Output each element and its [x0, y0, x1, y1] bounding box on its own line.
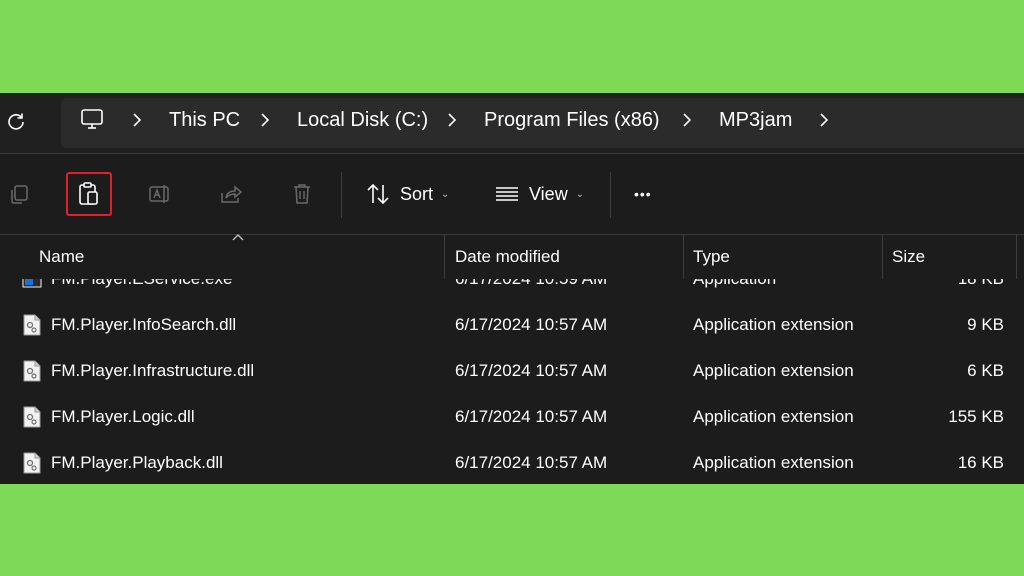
breadcrumb-mp3jam[interactable]: MP3jam	[719, 107, 792, 133]
view-label: View	[529, 183, 568, 204]
share-button[interactable]	[208, 172, 254, 216]
table-row[interactable]: FM.Player.EService.exe 6/17/2024 10:59 A…	[0, 279, 1024, 302]
column-header-row: Name Date modified Type Size	[0, 234, 1024, 279]
dll-file-icon	[23, 406, 41, 428]
toolbar-separator	[341, 172, 342, 218]
column-size[interactable]: Size	[892, 247, 925, 267]
file-date: 6/17/2024 10:57 AM	[455, 407, 608, 426]
breadcrumb-program-files[interactable]: Program Files (x86)	[484, 107, 660, 133]
dll-file-icon	[23, 452, 41, 474]
file-explorer-window: This PC Local Disk (C:) Program Files (x…	[0, 93, 1024, 484]
sort-ascending-icon	[232, 234, 244, 241]
dll-file-icon	[23, 360, 41, 382]
chevron-right-icon[interactable]	[680, 109, 694, 131]
file-type: Application extension	[693, 453, 854, 472]
column-name[interactable]: Name	[39, 247, 84, 267]
view-button[interactable]: View ⌄	[495, 174, 584, 214]
table-row[interactable]: FM.Player.InfoSearch.dll 6/17/2024 10:57…	[0, 302, 1024, 348]
copy-icon	[11, 185, 28, 204]
copy-button[interactable]	[0, 172, 42, 216]
table-row[interactable]: FM.Player.Playback.dll 6/17/2024 10:57 A…	[0, 440, 1024, 484]
chevron-down-icon: ⌄	[441, 188, 450, 200]
chevron-right-icon[interactable]	[130, 109, 144, 131]
column-divider[interactable]	[882, 235, 883, 279]
computer-icon[interactable]	[80, 107, 104, 131]
command-bar: Sort ⌄ View ⌄ •••	[0, 154, 1024, 234]
file-name: FM.Player.Infrastructure.dll	[51, 361, 255, 380]
file-type: Application extension	[693, 407, 854, 426]
toolbar-separator	[610, 172, 611, 218]
breadcrumb-local-disk[interactable]: Local Disk (C:)	[297, 107, 428, 133]
file-rows: FM.Player.EService.exe 6/17/2024 10:59 A…	[0, 279, 1024, 484]
file-name: FM.Player.Logic.dll	[51, 407, 195, 426]
share-icon	[221, 185, 243, 203]
more-icon: •••	[634, 186, 652, 202]
dll-file-icon	[23, 314, 41, 336]
exe-icon	[22, 279, 42, 288]
column-divider[interactable]	[683, 235, 684, 279]
chevron-right-icon[interactable]	[258, 109, 272, 131]
table-row[interactable]: FM.Player.Logic.dll 6/17/2024 10:57 AM A…	[0, 394, 1024, 440]
file-size: 18 KB	[958, 279, 1004, 289]
more-options-button[interactable]: •••	[634, 174, 652, 214]
chevron-right-icon[interactable]	[445, 109, 459, 131]
chevron-right-icon[interactable]	[817, 109, 831, 131]
column-divider[interactable]	[444, 235, 445, 279]
table-row[interactable]: FM.Player.Infrastructure.dll 6/17/2024 1…	[0, 348, 1024, 394]
paste-icon	[79, 182, 98, 205]
column-date-modified[interactable]: Date modified	[455, 247, 560, 267]
file-name: FM.Player.InfoSearch.dll	[51, 315, 237, 334]
chevron-down-icon: ⌄	[575, 188, 585, 200]
rename-button[interactable]	[138, 172, 184, 216]
file-size: 155 KB	[948, 407, 1004, 426]
column-type[interactable]: Type	[693, 247, 730, 267]
breadcrumb-this-pc[interactable]: This PC	[169, 107, 240, 133]
trash-icon	[294, 184, 310, 204]
file-name: FM.Player.Playback.dll	[51, 453, 223, 472]
address-bar-row: This PC Local Disk (C:) Program Files (x…	[0, 93, 1024, 153]
sort-icon	[367, 183, 389, 205]
file-type: Application extension	[693, 361, 854, 380]
rename-icon	[149, 185, 169, 203]
file-list: Name Date modified Type Size FM.Player.E…	[0, 234, 1024, 484]
file-size: 6 KB	[967, 361, 1004, 380]
file-size: 9 KB	[967, 315, 1004, 334]
file-date: 6/17/2024 10:57 AM	[455, 361, 608, 380]
file-date: 6/17/2024 10:57 AM	[455, 453, 608, 472]
sort-label: Sort	[400, 183, 434, 204]
sort-button[interactable]: Sort ⌄	[366, 174, 449, 214]
file-date: 6/17/2024 10:57 AM	[455, 315, 608, 334]
file-type: Application	[693, 279, 776, 289]
file-date: 6/17/2024 10:59 AM	[455, 279, 607, 289]
delete-button[interactable]	[279, 172, 325, 216]
paste-button[interactable]	[66, 172, 112, 216]
column-divider[interactable]	[1016, 235, 1017, 279]
file-name: FM.Player.EService.exe	[51, 279, 232, 289]
file-type: Application extension	[693, 315, 854, 334]
file-size: 16 KB	[957, 453, 1004, 472]
refresh-icon[interactable]	[4, 109, 28, 133]
view-icon	[496, 187, 518, 201]
